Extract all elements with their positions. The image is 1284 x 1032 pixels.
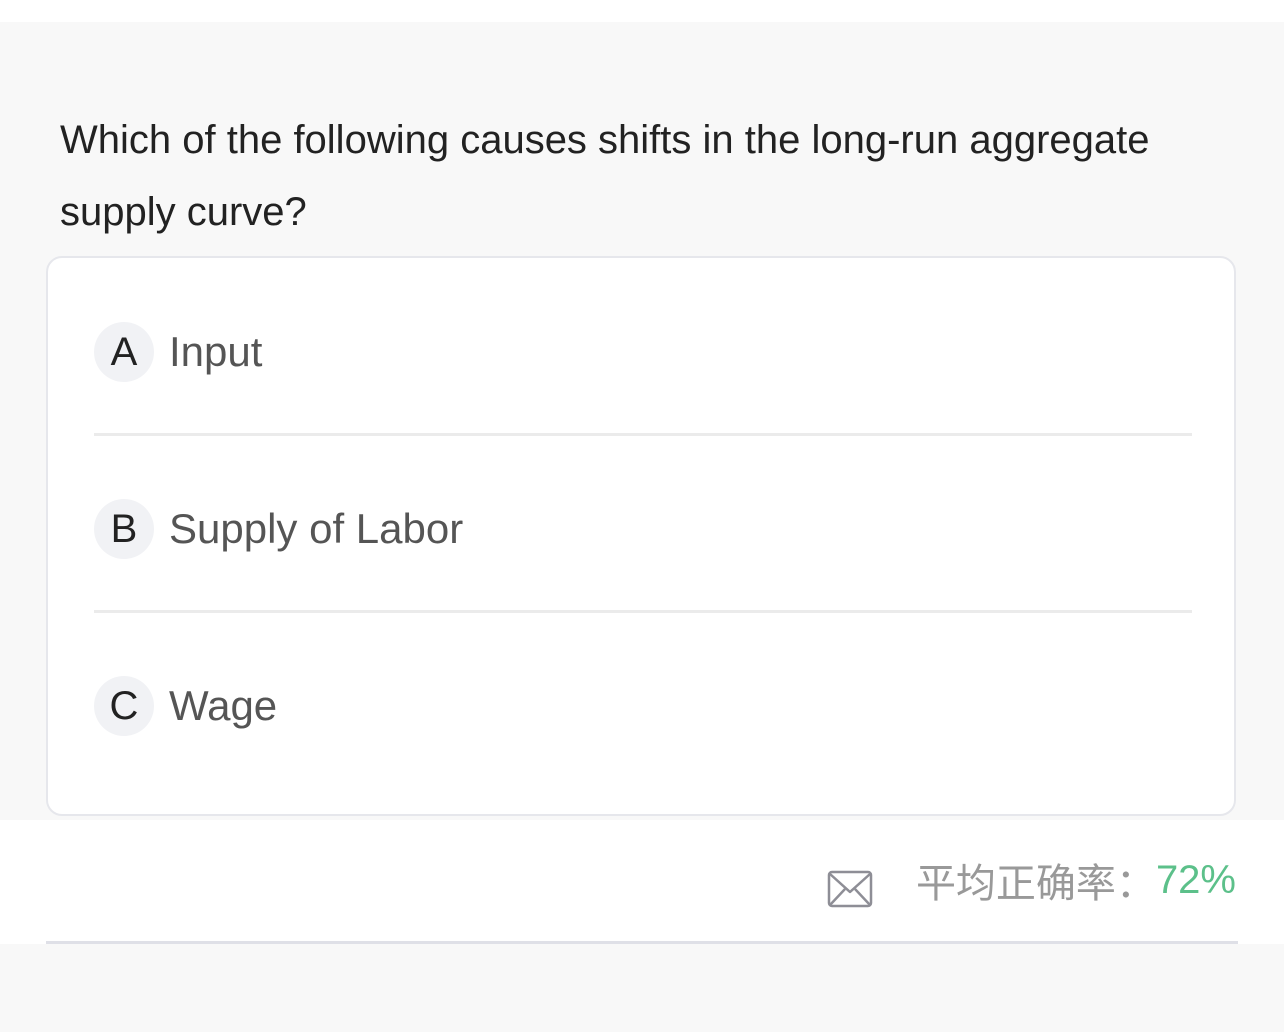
- mail-icon[interactable]: [826, 868, 874, 910]
- option-label: Wage: [169, 682, 278, 729]
- option-letter: C: [94, 676, 154, 736]
- average-accuracy: 平均正确率： 72%: [915, 854, 1236, 907]
- option-divider: [94, 433, 1192, 436]
- option-label: Input: [169, 328, 263, 375]
- option-divider: [94, 610, 1192, 613]
- option-letter: B: [94, 499, 154, 559]
- option-letter: A: [94, 322, 154, 382]
- option-label: Supply of Labor: [169, 505, 464, 552]
- bottom-area: [0, 944, 1284, 1032]
- option-b[interactable]: B Supply of Labor: [94, 499, 1192, 559]
- accuracy-label: 平均正确率：: [915, 862, 1156, 906]
- options-card: A Input B Supply of Labor C Wage: [46, 256, 1236, 816]
- accuracy-value: 72%: [1155, 857, 1236, 902]
- top-strip: [0, 0, 1284, 22]
- option-c[interactable]: C Wage: [94, 676, 1192, 736]
- question-text: Which of the following causes shifts in …: [60, 118, 1150, 234]
- option-a[interactable]: A Input: [94, 322, 1192, 382]
